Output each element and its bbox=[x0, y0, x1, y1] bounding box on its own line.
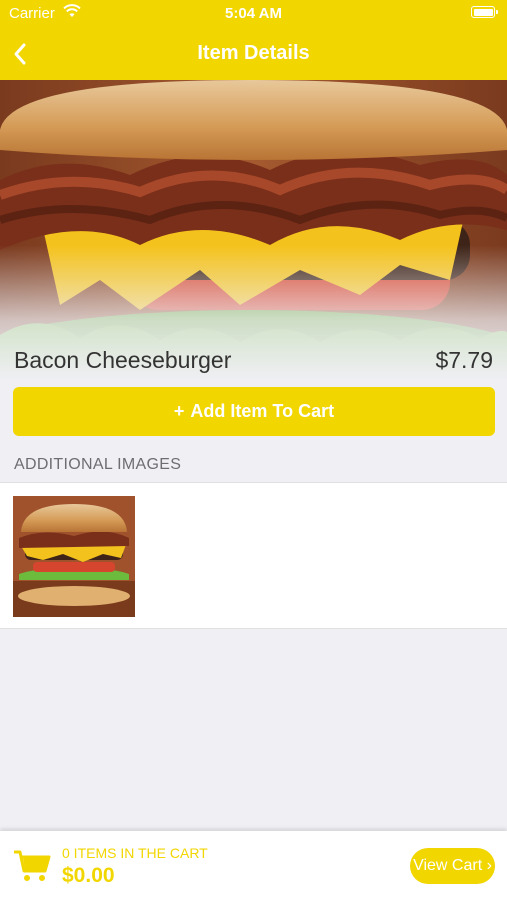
cart-item-count: 0 ITEMS IN THE CART bbox=[62, 845, 208, 861]
battery-icon bbox=[471, 6, 498, 18]
view-cart-button[interactable]: View Cart › bbox=[410, 848, 495, 884]
item-price: $7.79 bbox=[435, 347, 493, 373]
additional-image-thumbnail[interactable] bbox=[13, 496, 135, 617]
cart-summary-bar: 0 ITEMS IN THE CART $0.00 View Cart › bbox=[0, 831, 507, 900]
additional-images-header: ADDITIONAL IMAGES bbox=[14, 456, 182, 473]
cart-total: $0.00 bbox=[62, 864, 115, 887]
additional-images-list bbox=[0, 482, 507, 629]
item-name: Bacon Cheeseburger bbox=[14, 347, 232, 373]
plus-icon: + bbox=[173, 401, 185, 421]
page-title: Item Details bbox=[197, 42, 310, 64]
nav-bar: Item Details bbox=[0, 28, 507, 80]
item-hero-image bbox=[0, 80, 507, 380]
add-to-cart-button[interactable]: + Add Item To Cart bbox=[13, 387, 495, 436]
status-time: 5:04 AM bbox=[225, 5, 282, 22]
status-bar: Carrier 5:04 AM bbox=[0, 0, 507, 28]
shopping-cart-icon bbox=[14, 850, 51, 881]
add-to-cart-label: Add Item To Cart bbox=[190, 401, 335, 421]
